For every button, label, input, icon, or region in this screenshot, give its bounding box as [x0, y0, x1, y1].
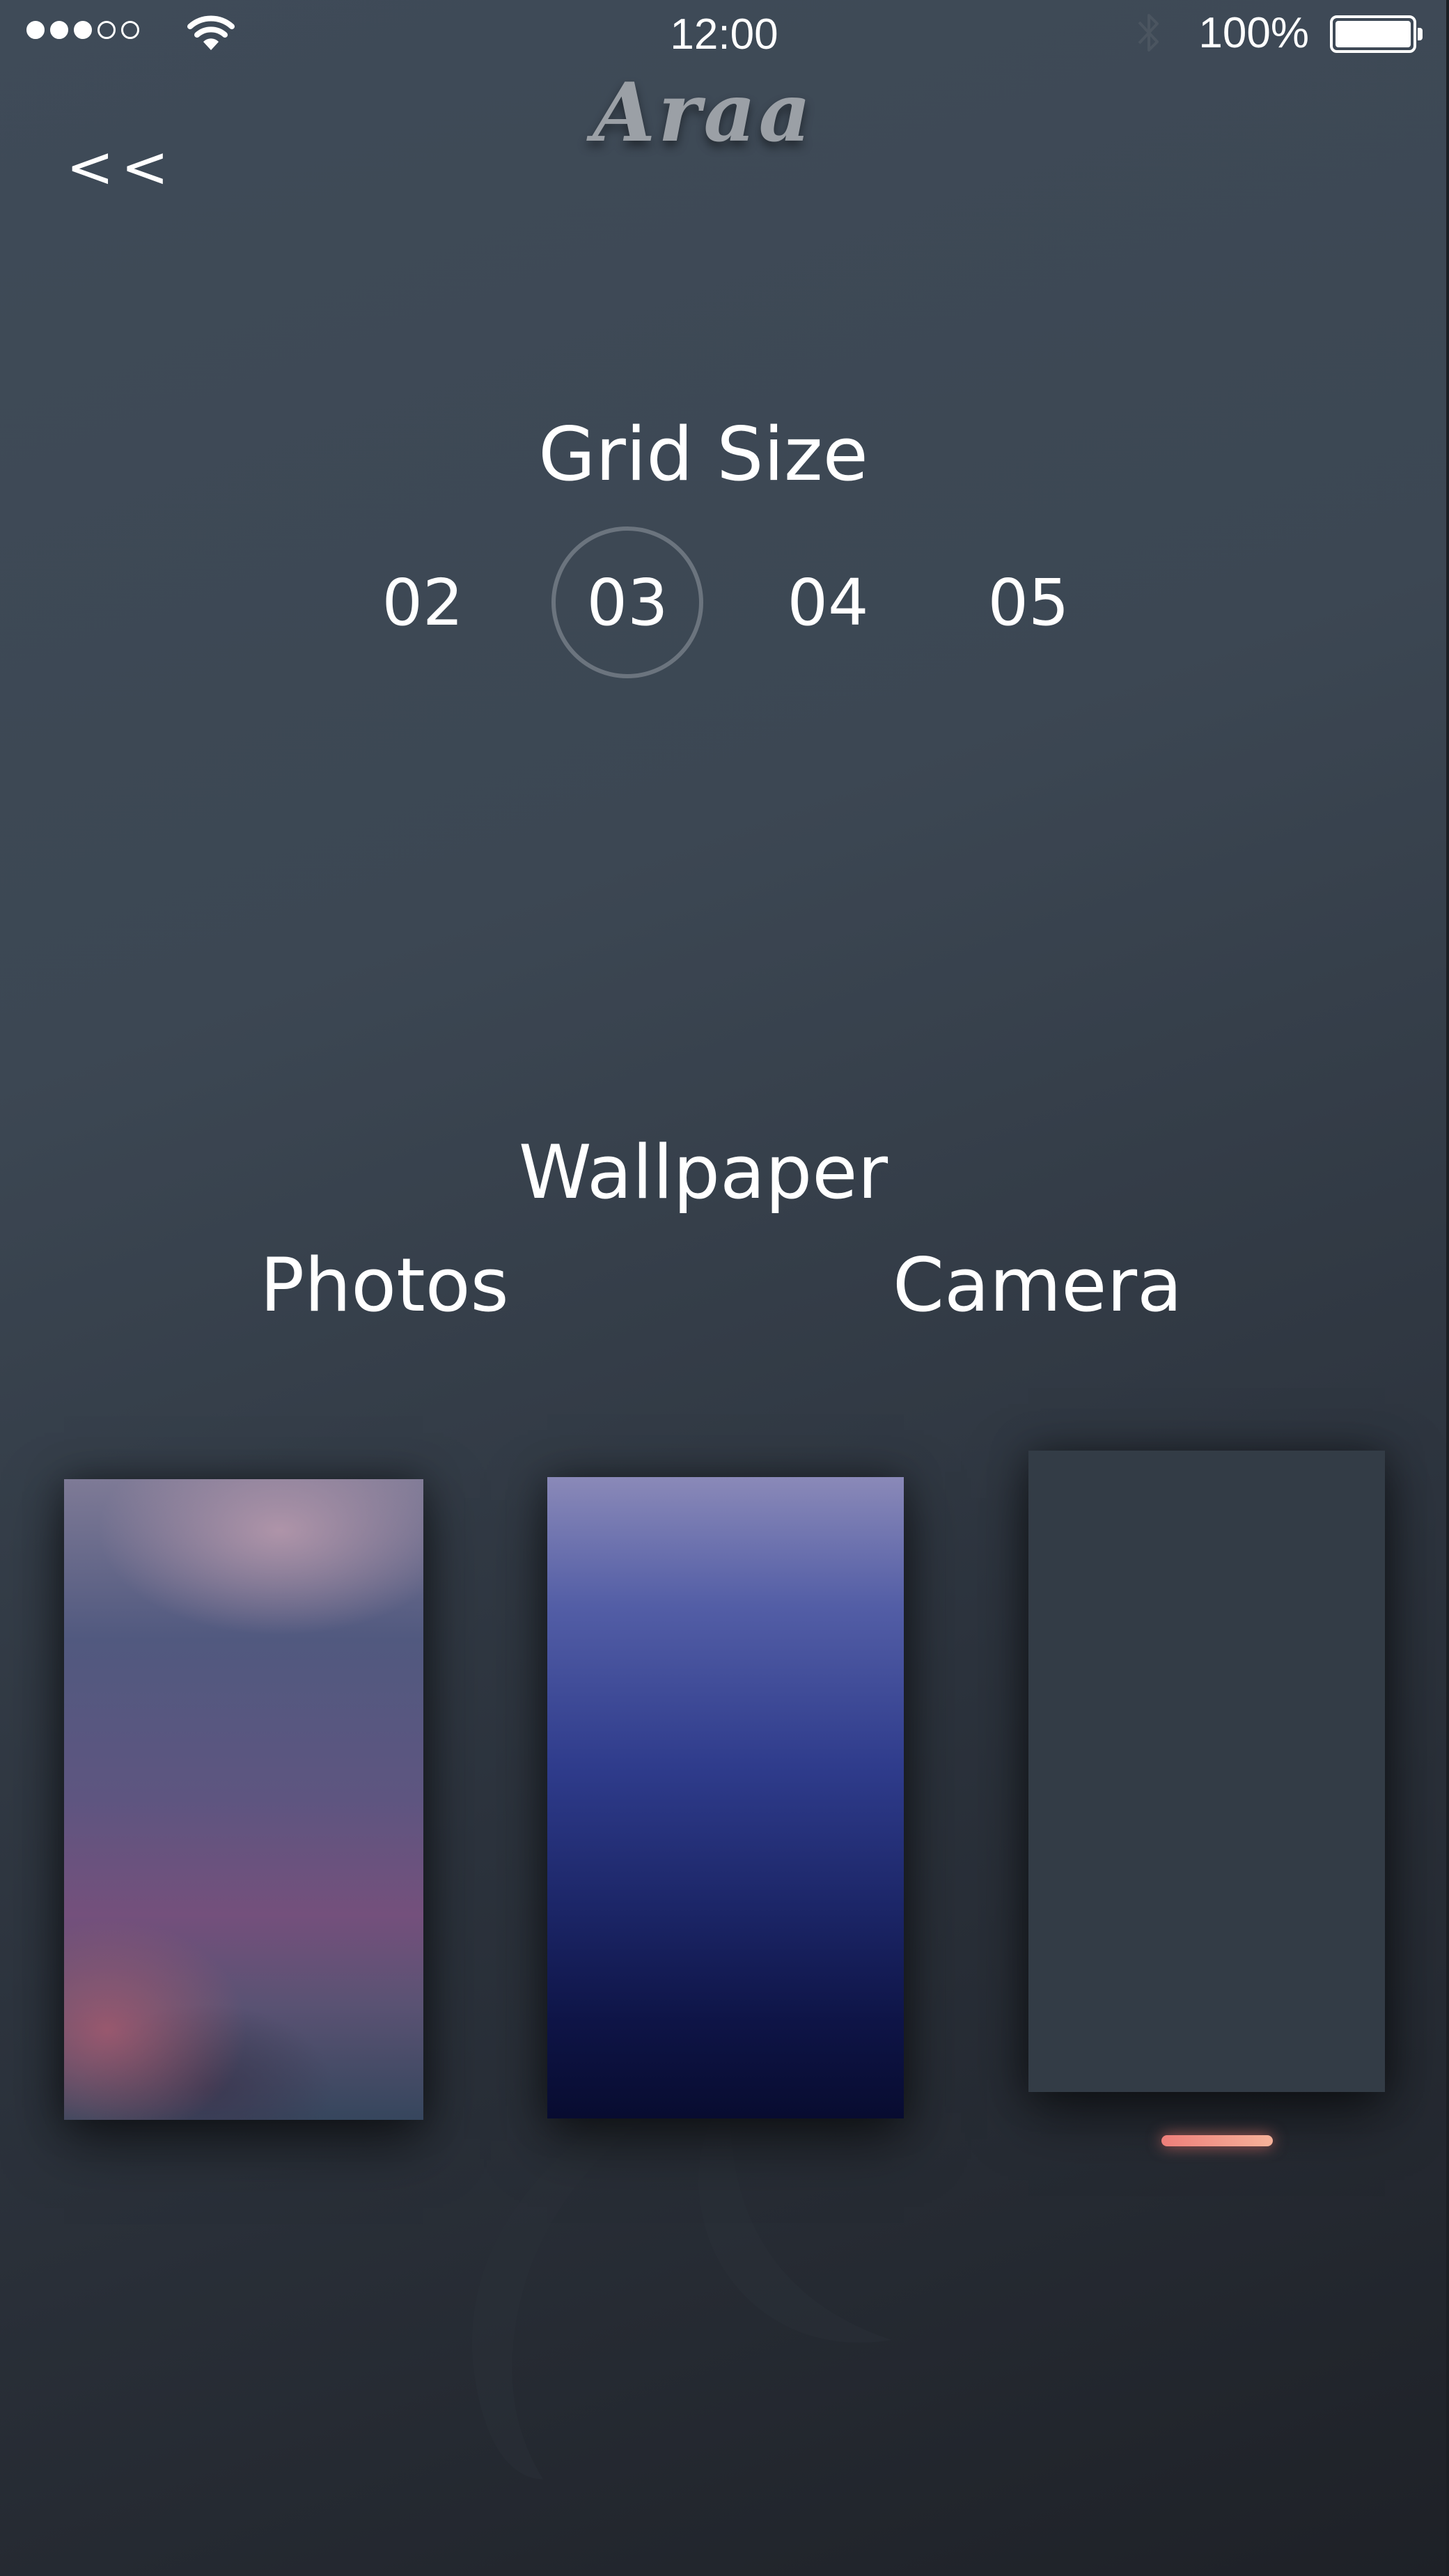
grid-size-title: Grid Size — [538, 412, 868, 498]
logo-watermark-icon — [471, 2089, 891, 2479]
signal-dot — [50, 21, 68, 39]
selected-indicator — [1161, 2135, 1273, 2146]
grid-option-02[interactable]: 02 — [347, 526, 499, 678]
wifi-icon — [187, 15, 235, 50]
camera-button[interactable]: Camera — [863, 1242, 1212, 1328]
grid-option-05[interactable]: 05 — [953, 526, 1104, 678]
app-logo: Araa — [593, 65, 814, 160]
signal-dot — [26, 21, 45, 39]
battery-fill — [1336, 21, 1411, 47]
wallpaper-thumbnail-1[interactable] — [64, 1479, 423, 2120]
grid-wallpaper-settings-screen: 12:00 100% << Araa Grid Size 02 03 04 05… — [0, 0, 1449, 2576]
battery-percentage: 100% — [1198, 9, 1309, 57]
grid-option-03[interactable]: 03 — [551, 526, 703, 678]
wallpaper-title: Wallpaper — [518, 1129, 888, 1215]
signal-dot — [121, 21, 139, 39]
signal-strength-icon — [26, 21, 139, 39]
signal-dot — [97, 21, 116, 39]
status-time: 12:00 — [670, 10, 778, 58]
back-button[interactable]: << — [66, 136, 175, 199]
bluetooth-icon — [1138, 14, 1159, 52]
signal-dot — [74, 21, 92, 39]
battery-nub — [1418, 28, 1423, 40]
photos-button[interactable]: Photos — [210, 1242, 558, 1328]
grid-option-04[interactable]: 04 — [752, 526, 904, 678]
status-bar: 12:00 100% — [0, 0, 1449, 70]
wallpaper-thumbnail-3[interactable] — [1028, 1451, 1385, 2092]
wallpaper-thumbnail-2[interactable] — [547, 1477, 904, 2118]
battery-icon — [1330, 15, 1423, 53]
